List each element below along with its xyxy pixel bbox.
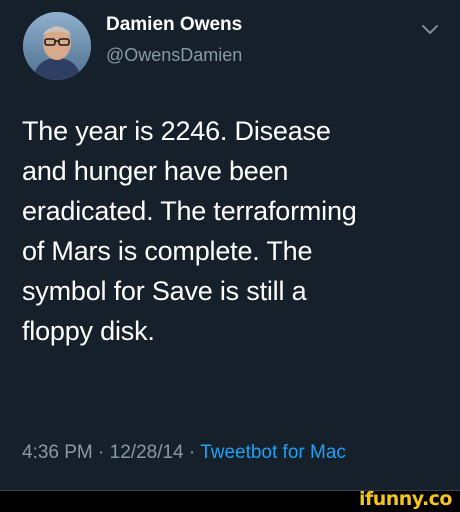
meta-separator: ·: [188, 442, 196, 463]
tweet-text-line: and hunger have been: [22, 156, 289, 186]
tweet-card: Damien Owens @OwensDamien The year is 22…: [0, 0, 460, 490]
tweet-metadata: 4:36 PM · 12/28/14 · Tweetbot for Mac: [22, 442, 346, 464]
tweet-date[interactable]: 12/28/14: [110, 442, 184, 463]
tweet-time[interactable]: 4:36 PM: [22, 442, 93, 463]
tweet-source-link[interactable]: Tweetbot for Mac: [200, 442, 346, 463]
footer-bar: ifunny.co: [0, 488, 460, 512]
meta-separator: ·: [98, 442, 105, 463]
tweet-text: The year is 2246. Disease and hunger hav…: [22, 111, 447, 351]
tweet-text-line: floppy disk.: [22, 316, 155, 346]
author-handle[interactable]: @OwensDamien: [106, 45, 242, 66]
tweet-text-line: The year is 2246. Disease: [22, 116, 331, 146]
tweet-text-line: of Mars is complete. The: [22, 236, 313, 266]
ifunny-watermark: ifunny.co: [358, 488, 453, 510]
chevron-down-icon[interactable]: [420, 22, 440, 36]
tweet-text-line: eradicated. The terraforming: [22, 196, 357, 226]
author-display-name[interactable]: Damien Owens: [106, 14, 242, 36]
profile-photo-icon: [23, 12, 91, 80]
avatar[interactable]: [23, 12, 91, 80]
tweet-text-line: symbol for Save is still a: [22, 276, 307, 306]
